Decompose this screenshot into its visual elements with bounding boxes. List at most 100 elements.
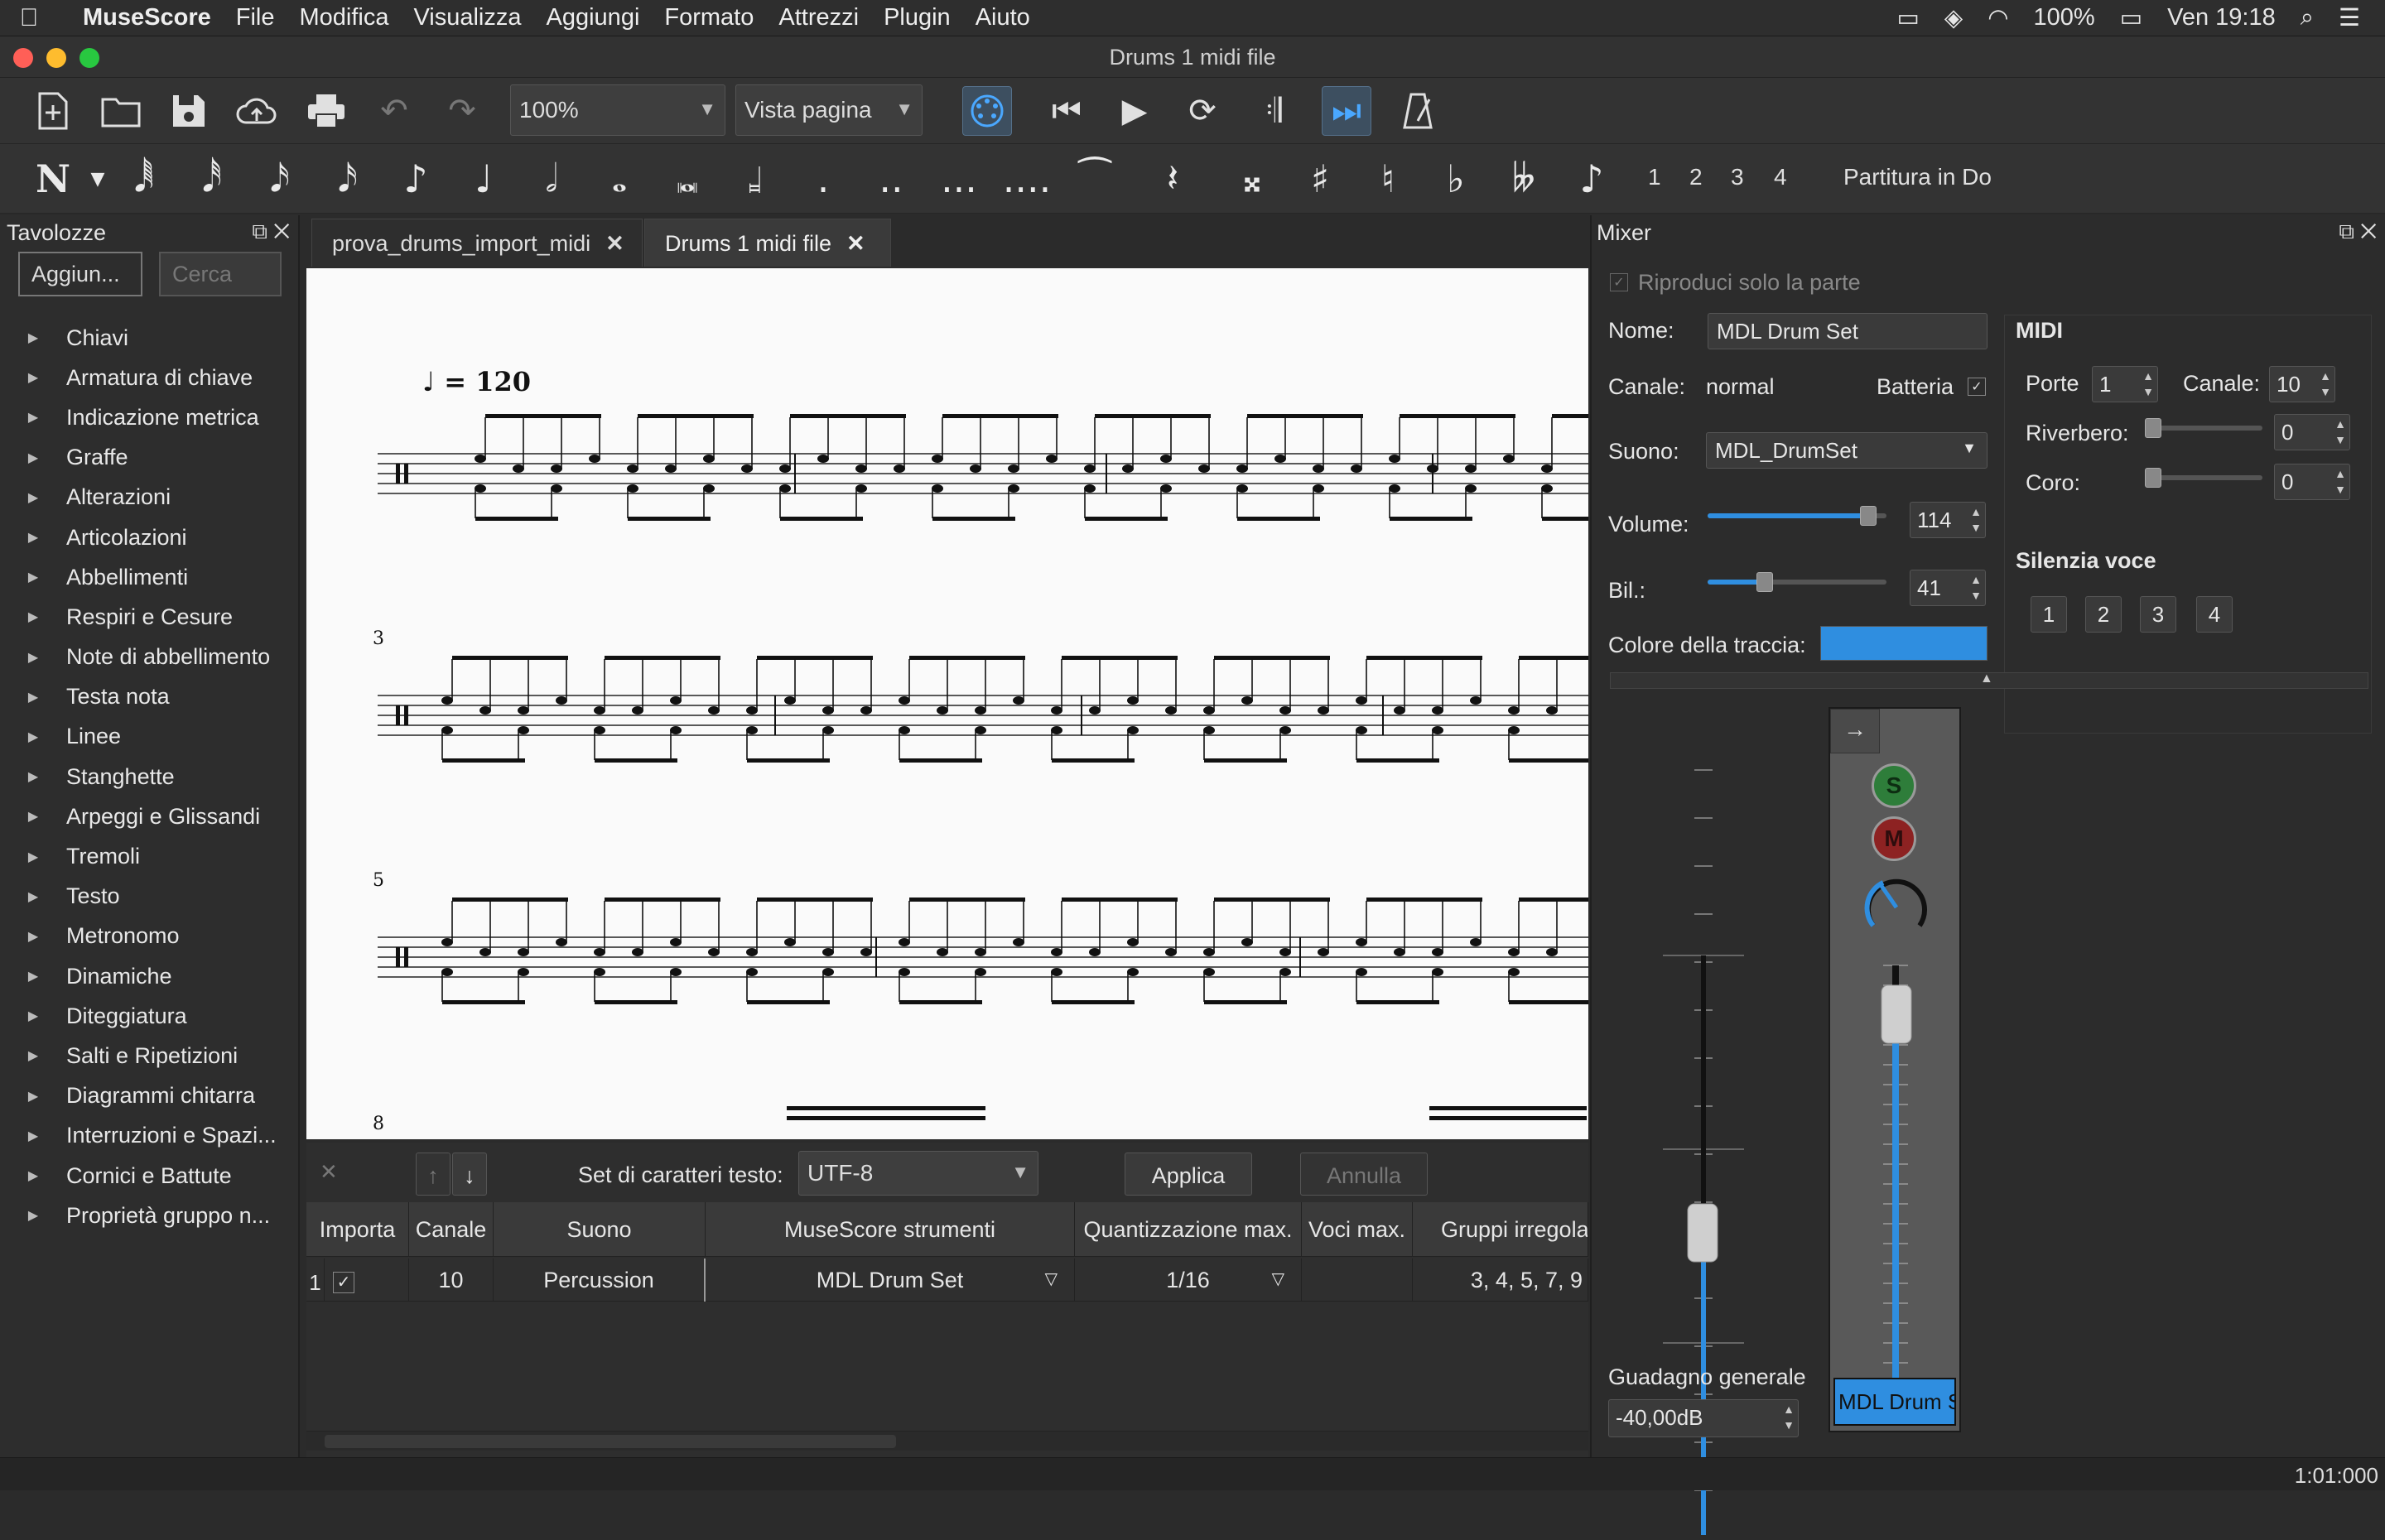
open-folder-icon[interactable] [96,86,146,136]
close-tab-icon[interactable]: ✕ [605,231,624,256]
palette-item[interactable]: ▶ Salti e Ripetizioni [0,1036,298,1076]
expand-triangle-icon[interactable]: ▶ [0,330,66,346]
note-longa-icon[interactable]: 𝆷 [730,154,780,204]
undo-icon[interactable]: ↶ [369,86,419,136]
reverb-slider[interactable] [2145,418,2262,438]
menu-tools[interactable]: Attrezzi [766,4,871,31]
app-menu[interactable]: MuseScore [58,4,224,31]
undock-icon[interactable]: ⧉ [2339,219,2354,243]
note-half-icon[interactable]: 𝅗𝅥 [527,154,576,204]
rest-icon[interactable]: 𝄽 [1148,154,1197,204]
mute-voice-2-button[interactable]: 2 [2085,596,2122,633]
max-voices-cell[interactable] [1302,1258,1413,1302]
column-header[interactable]: Importa [306,1202,409,1257]
add-palette-button[interactable]: Aggiun... [18,252,142,296]
palette-item[interactable]: ▶ Testa nota [0,677,298,717]
clock[interactable]: Ven 19:18 [2167,4,2276,31]
expand-triangle-icon[interactable]: ▶ [0,1088,66,1104]
fader-knob[interactable] [1687,1203,1718,1263]
palette-item[interactable]: ▶ Cornici e Battute [0,1156,298,1196]
chevron-down-icon[interactable]: ▼ [73,154,123,204]
expand-triangle-icon[interactable]: ▶ [0,609,66,625]
column-header[interactable]: MuseScore strumenti [706,1202,1075,1257]
tuplets-cell[interactable]: 3, 4, 5, 7, 9 [1413,1258,1588,1302]
metronome-icon[interactable] [1393,86,1443,136]
expand-triangle-icon[interactable]: ▶ [0,849,66,865]
palette-item[interactable]: ▶ Alterazioni [0,478,298,517]
notification-icon[interactable]: ▭ [1897,3,1920,32]
details-toggle[interactable]: ▲ [1610,671,2368,689]
pan-score-icon[interactable]: ⏭ [1322,86,1371,136]
note-eighth-icon[interactable]: ♪ [391,154,441,204]
horizontal-scrollbar[interactable] [306,1431,1588,1451]
palette-item[interactable]: ▶ Interruzioni e Spazi... [0,1116,298,1156]
quantization-select[interactable]: 1/16 ▽ [1075,1258,1302,1302]
volume-slider[interactable] [1708,506,1886,526]
move-down-button[interactable]: ↓ [452,1153,487,1196]
spin-arrows-icon[interactable]: ▲ ▼ [1783,1402,1795,1433]
note-quarter-icon[interactable]: ♩ [459,154,508,204]
score-canvas[interactable]: ♩ = 120 3 5 8 [306,268,1588,1139]
close-icon[interactable]: ✕ [273,219,290,243]
midi-channel-spinbox[interactable]: 10 ▲ ▼ [2269,366,2335,402]
close-icon[interactable]: ✕ [320,1159,338,1185]
tie-icon[interactable]: ⁀ [1070,154,1120,204]
note-whole-icon[interactable]: 𝅝 [595,154,644,204]
expand-triangle-icon[interactable]: ▶ [0,1128,66,1144]
column-header[interactable]: Canale [409,1202,494,1257]
tab-prova-drums[interactable]: prova_drums_import_midi ✕ [311,219,643,267]
control-center-icon[interactable]: ☰ [2339,3,2360,32]
scrollbar-thumb[interactable] [325,1435,896,1448]
note-breve-icon[interactable]: 𝅜 [662,154,712,204]
note-32nd-icon[interactable]: 𝅘𝅥𝅰 [187,154,237,204]
fader-knob[interactable] [1881,984,1912,1044]
menu-edit[interactable]: Modifica [287,4,401,31]
solo-button[interactable]: S [1872,763,1916,808]
palette-item[interactable]: ▶ Chiavi [0,318,298,358]
palette-item[interactable]: ▶ Arpeggi e Glissandi [0,796,298,836]
rewind-icon[interactable]: ⏮ [1042,86,1091,136]
expand-triangle-icon[interactable]: ▶ [0,649,66,666]
cancel-button[interactable]: Annulla [1300,1153,1428,1196]
spin-arrows-icon[interactable]: ▲ ▼ [1970,572,1982,604]
mute-voice-4-button[interactable]: 4 [2196,596,2233,633]
expand-triangle-icon[interactable]: ▶ [0,1167,66,1184]
palette-item[interactable]: ▶ Armatura di chiave [0,358,298,397]
cloud-upload-icon[interactable] [232,86,282,136]
table-row[interactable]: 1 ✓ 10 Percussion MDL Drum Set ▽ 1/16 ▽ … [306,1258,1588,1302]
track-color-swatch[interactable] [1820,626,1988,661]
palette-search-input[interactable]: Cerca [159,252,282,296]
chorus-knob[interactable] [2145,468,2161,488]
palette-item[interactable]: ▶ Stanghette [0,757,298,796]
quadruple-dot-icon[interactable]: .... [1002,154,1052,204]
palette-item[interactable]: ▶ Dinamiche [0,956,298,996]
volume-fader[interactable] [1847,957,1946,1421]
palette-item[interactable]: ▶ Linee [0,717,298,757]
apple-icon[interactable]:  [0,4,58,32]
expand-triangle-icon[interactable]: ▶ [0,888,66,905]
palette-item[interactable]: ▶ Testo [0,877,298,917]
column-header[interactable]: Gruppi irregola [1413,1202,1588,1257]
spin-arrows-icon[interactable]: ▲ ▼ [2142,368,2154,400]
search-icon[interactable]: ⌕ [2301,4,2314,31]
column-header[interactable]: Suono [494,1202,706,1257]
sound-select[interactable]: MDL_DrumSet ▼ [1706,432,1988,469]
voice-1-button[interactable]: 1 [1648,164,1661,190]
close-tab-icon[interactable]: ✕ [846,231,865,256]
pan-dial-icon[interactable] [1863,874,1930,941]
expand-triangle-icon[interactable]: ▶ [0,729,66,745]
palette-item[interactable]: ▶ Diagrammi chitarra [0,1076,298,1116]
menu-add[interactable]: Aggiungi [534,4,653,31]
expand-triangle-icon[interactable]: ▶ [0,1047,66,1064]
menu-file[interactable]: File [224,4,287,31]
expand-triangle-icon[interactable]: ▶ [0,529,66,546]
redo-icon[interactable]: ↷ [437,86,487,136]
reverb-knob[interactable] [2145,418,2161,438]
chorus-slider[interactable] [2145,468,2262,488]
voice-4-button[interactable]: 4 [1774,164,1787,190]
spin-arrows-icon[interactable]: ▲ ▼ [2334,416,2346,448]
spin-arrows-icon[interactable]: ▲ ▼ [2320,368,2331,400]
palette-item[interactable]: ▶ Abbellimenti [0,557,298,597]
extension-icon[interactable]: ◈ [1944,3,1963,32]
expand-triangle-icon[interactable]: ▶ [0,808,66,825]
